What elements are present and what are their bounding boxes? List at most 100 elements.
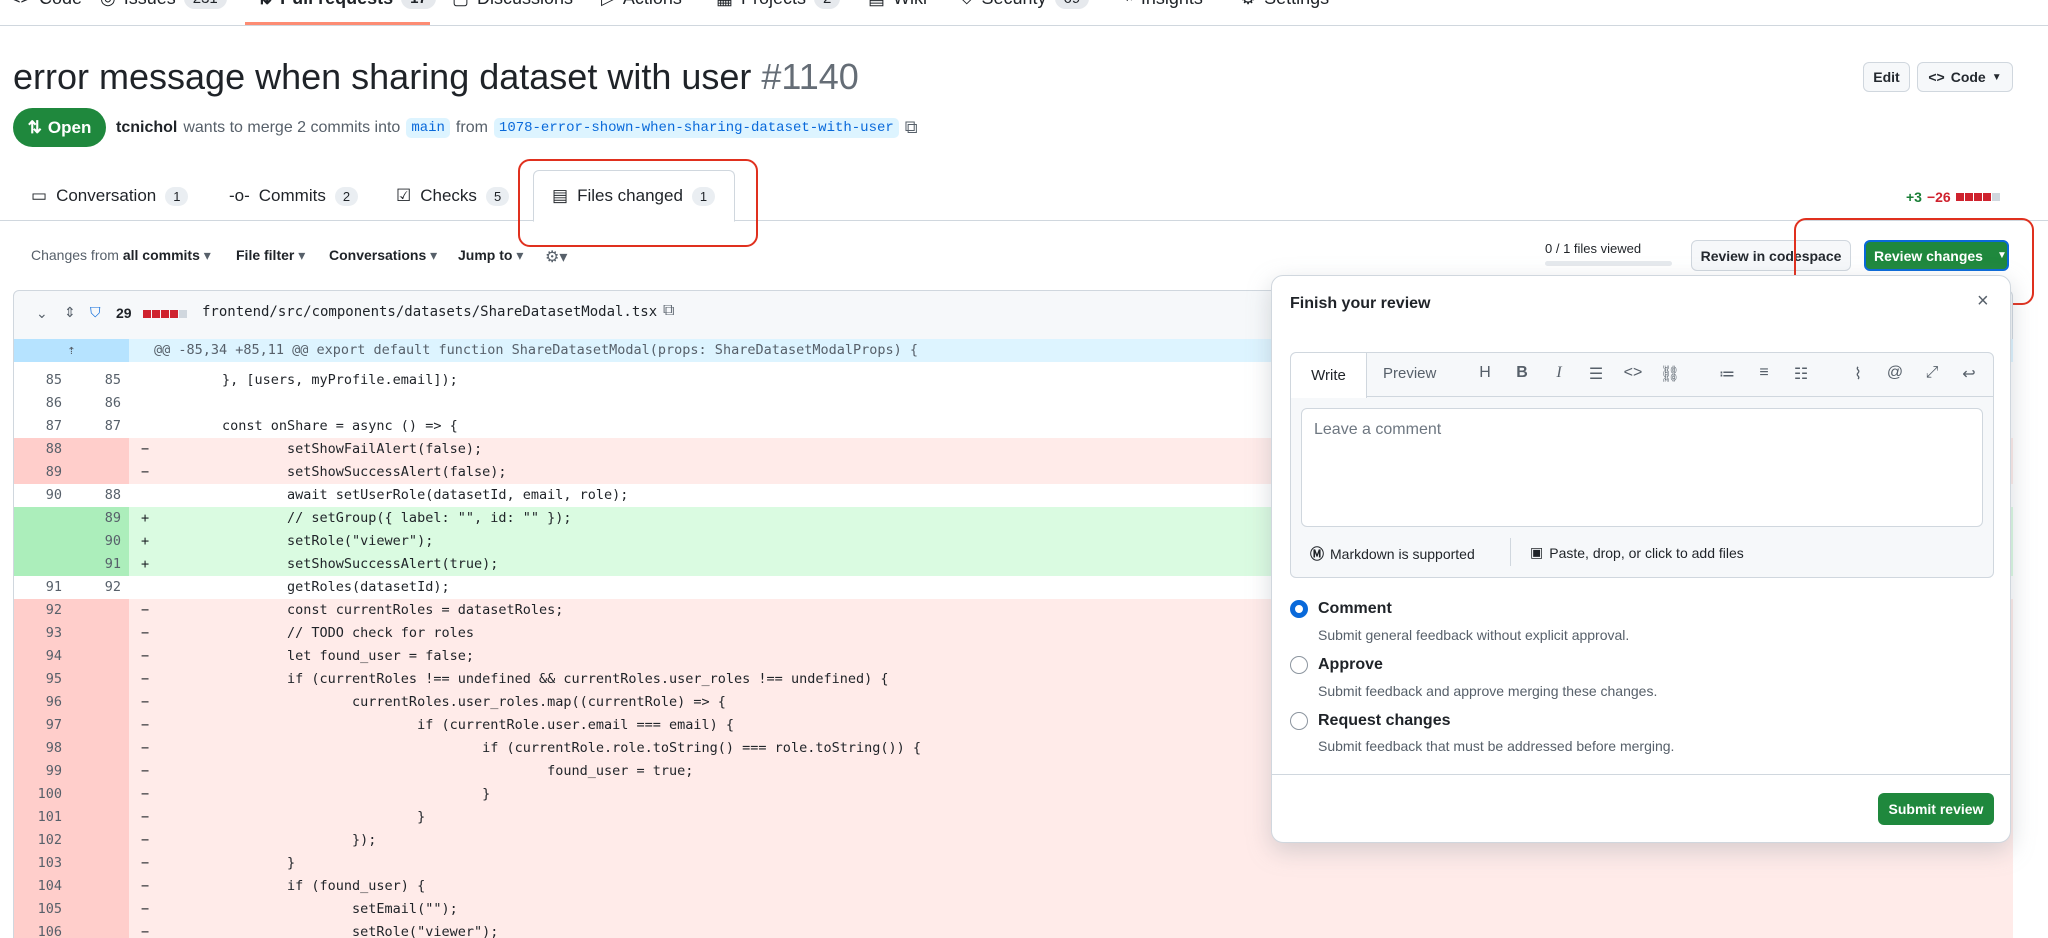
diff-sign: + — [141, 510, 150, 526]
nav-projects[interactable]: ▦Projects2 — [716, 0, 841, 9]
conversations-dropdown[interactable]: Conversations ▾ — [329, 247, 437, 264]
nav-issues[interactable]: ◎Issues231 — [100, 0, 227, 9]
old-line-number[interactable]: 104 — [22, 875, 62, 898]
nav-settings[interactable]: ⚙Settings — [1240, 0, 1329, 9]
numbered-list-icon[interactable]: ≔ — [1715, 364, 1739, 384]
attach-icon[interactable]: ⌇ — [1846, 364, 1870, 384]
diff-line: 105 − setEmail(""); — [14, 898, 2013, 921]
new-line-number[interactable]: 92 — [81, 576, 121, 599]
author-link[interactable]: tcnichol — [116, 119, 177, 137]
code-text: if (currentRole.user.email === email) { — [222, 717, 735, 733]
new-line-number[interactable]: 89 — [81, 507, 121, 530]
old-line-number[interactable]: 93 — [22, 622, 62, 645]
old-line-number[interactable]: 102 — [22, 829, 62, 852]
old-line-number[interactable]: 97 — [22, 714, 62, 737]
attach-files[interactable]: ▣ Paste, drop, or click to add files — [1530, 544, 1744, 561]
nav-pull-requests[interactable]: ⇅Pull requests17 — [257, 0, 436, 9]
italic-icon[interactable]: I — [1547, 364, 1571, 382]
tab-preview[interactable]: Preview — [1383, 365, 1436, 382]
bold-icon[interactable]: B — [1510, 364, 1534, 382]
quote-icon[interactable]: ☰ — [1584, 364, 1608, 384]
copy-icon[interactable]: ⧉ — [663, 302, 674, 320]
submit-review-button[interactable]: Submit review — [1878, 793, 1994, 825]
shield-icon: ⛉ — [960, 0, 974, 9]
expand-icon[interactable]: ⇕ — [64, 304, 76, 321]
old-line-number[interactable]: 103 — [22, 852, 62, 875]
new-line-number[interactable]: 85 — [81, 369, 121, 392]
head-branch[interactable]: 1078-error-shown-when-sharing-dataset-wi… — [493, 117, 899, 138]
nav-active-indicator — [245, 22, 430, 25]
nav-code[interactable]: <>Code — [10, 0, 82, 9]
old-line-number[interactable]: 91 — [22, 576, 62, 599]
old-line-number[interactable]: 95 — [22, 668, 62, 691]
old-line-number[interactable]: 87 — [22, 415, 62, 438]
files-viewed: 0 / 1 files viewed — [1545, 241, 1642, 256]
markdown-icon: Ⓜ — [1310, 546, 1324, 562]
new-line-number[interactable]: 90 — [81, 530, 121, 553]
diff-sign: − — [141, 648, 150, 664]
old-line-number[interactable]: 85 — [22, 369, 62, 392]
old-line-number[interactable]: 99 — [22, 760, 62, 783]
radio-approve[interactable] — [1290, 656, 1308, 674]
nav-actions[interactable]: ▷Actions — [601, 0, 682, 9]
reply-icon[interactable]: ↩ — [1957, 364, 1981, 384]
new-line-number[interactable]: 88 — [81, 484, 121, 507]
radio-request-changes[interactable] — [1290, 712, 1308, 730]
task-list-icon[interactable]: ☷ — [1789, 364, 1813, 384]
old-line-number[interactable]: 105 — [22, 898, 62, 921]
old-line-number[interactable]: 106 — [22, 921, 62, 938]
code-text: setShowSuccessAlert(false); — [222, 464, 507, 480]
jump-to-dropdown[interactable]: Jump to ▾ — [458, 247, 523, 264]
mention-icon[interactable]: @ — [1883, 364, 1907, 382]
pr-meta: tcnichol wants to merge 2 commits into m… — [116, 117, 918, 138]
comment-textarea[interactable]: Leave a comment — [1301, 408, 1983, 527]
expand-up-icon[interactable]: ⇡ — [14, 339, 129, 362]
file-path[interactable]: frontend/src/components/datasets/ShareDa… — [202, 304, 657, 320]
old-line-number[interactable]: 98 — [22, 737, 62, 760]
tab-commits[interactable]: -o- Commits 2 — [229, 186, 359, 206]
old-line-number[interactable]: 94 — [22, 645, 62, 668]
copy-icon[interactable]: ⧉ — [905, 117, 918, 138]
close-icon[interactable]: × — [1977, 290, 1989, 313]
old-line-number[interactable]: 90 — [22, 484, 62, 507]
old-line-number[interactable]: 88 — [22, 438, 62, 461]
new-line-number[interactable]: 91 — [81, 553, 121, 576]
diff-sign: − — [141, 717, 150, 733]
code-text: currentRoles.user_roles.map((currentRole… — [222, 694, 726, 710]
radio-comment[interactable] — [1290, 600, 1308, 618]
file-filter-dropdown[interactable]: File filter ▾ — [236, 247, 305, 264]
new-line-number[interactable]: 86 — [81, 392, 121, 415]
old-line-number[interactable]: 89 — [22, 461, 62, 484]
reference-icon[interactable]: ⤢ — [1920, 364, 1944, 382]
edit-button[interactable]: Edit — [1863, 62, 1910, 92]
heading-icon[interactable]: H — [1473, 364, 1497, 382]
diff-settings-gear-icon[interactable]: ⚙▾ — [545, 247, 567, 267]
nav-security[interactable]: ⛉Security69 — [960, 0, 1090, 9]
nav-wiki[interactable]: ▤Wiki — [868, 0, 927, 9]
code-icon[interactable]: <> — [1621, 364, 1645, 382]
old-line-number[interactable]: 92 — [22, 599, 62, 622]
diff-sign: − — [141, 763, 150, 779]
tab-checks[interactable]: ☑ Checks 5 — [396, 186, 510, 206]
nav-discussions[interactable]: ▢Discussions — [452, 0, 573, 9]
changes-from-dropdown[interactable]: Changes from all commits ▾ — [31, 247, 211, 264]
divider — [1510, 538, 1511, 566]
code-text: setRole("viewer"); — [222, 924, 499, 938]
old-line-number[interactable]: 101 — [22, 806, 62, 829]
link-icon[interactable]: ⛓ — [1658, 364, 1682, 384]
old-line-number[interactable]: 100 — [22, 783, 62, 806]
nav-insights[interactable]: ⌁Insights — [1122, 0, 1203, 9]
old-line-number[interactable]: 96 — [22, 691, 62, 714]
bullet-list-icon[interactable]: ≡ — [1752, 364, 1776, 382]
new-line-number[interactable]: 87 — [81, 415, 121, 438]
markdown-note[interactable]: Ⓜ Markdown is supported — [1310, 544, 1475, 564]
code-button[interactable]: <> Code ▼ — [1917, 62, 2013, 92]
base-branch[interactable]: main — [406, 117, 450, 138]
code-text: // setGroup({ label: "", id: "" }); — [222, 510, 572, 526]
comment-icon: ▭ — [31, 186, 48, 205]
tab-conversation[interactable]: ▭ Conversation 1 — [31, 186, 189, 206]
chevron-down-icon[interactable]: ⌄ — [36, 305, 48, 322]
tab-write[interactable]: Write — [1291, 353, 1367, 398]
old-line-number[interactable]: 86 — [22, 392, 62, 415]
option-comment-label: Comment — [1318, 600, 1392, 617]
